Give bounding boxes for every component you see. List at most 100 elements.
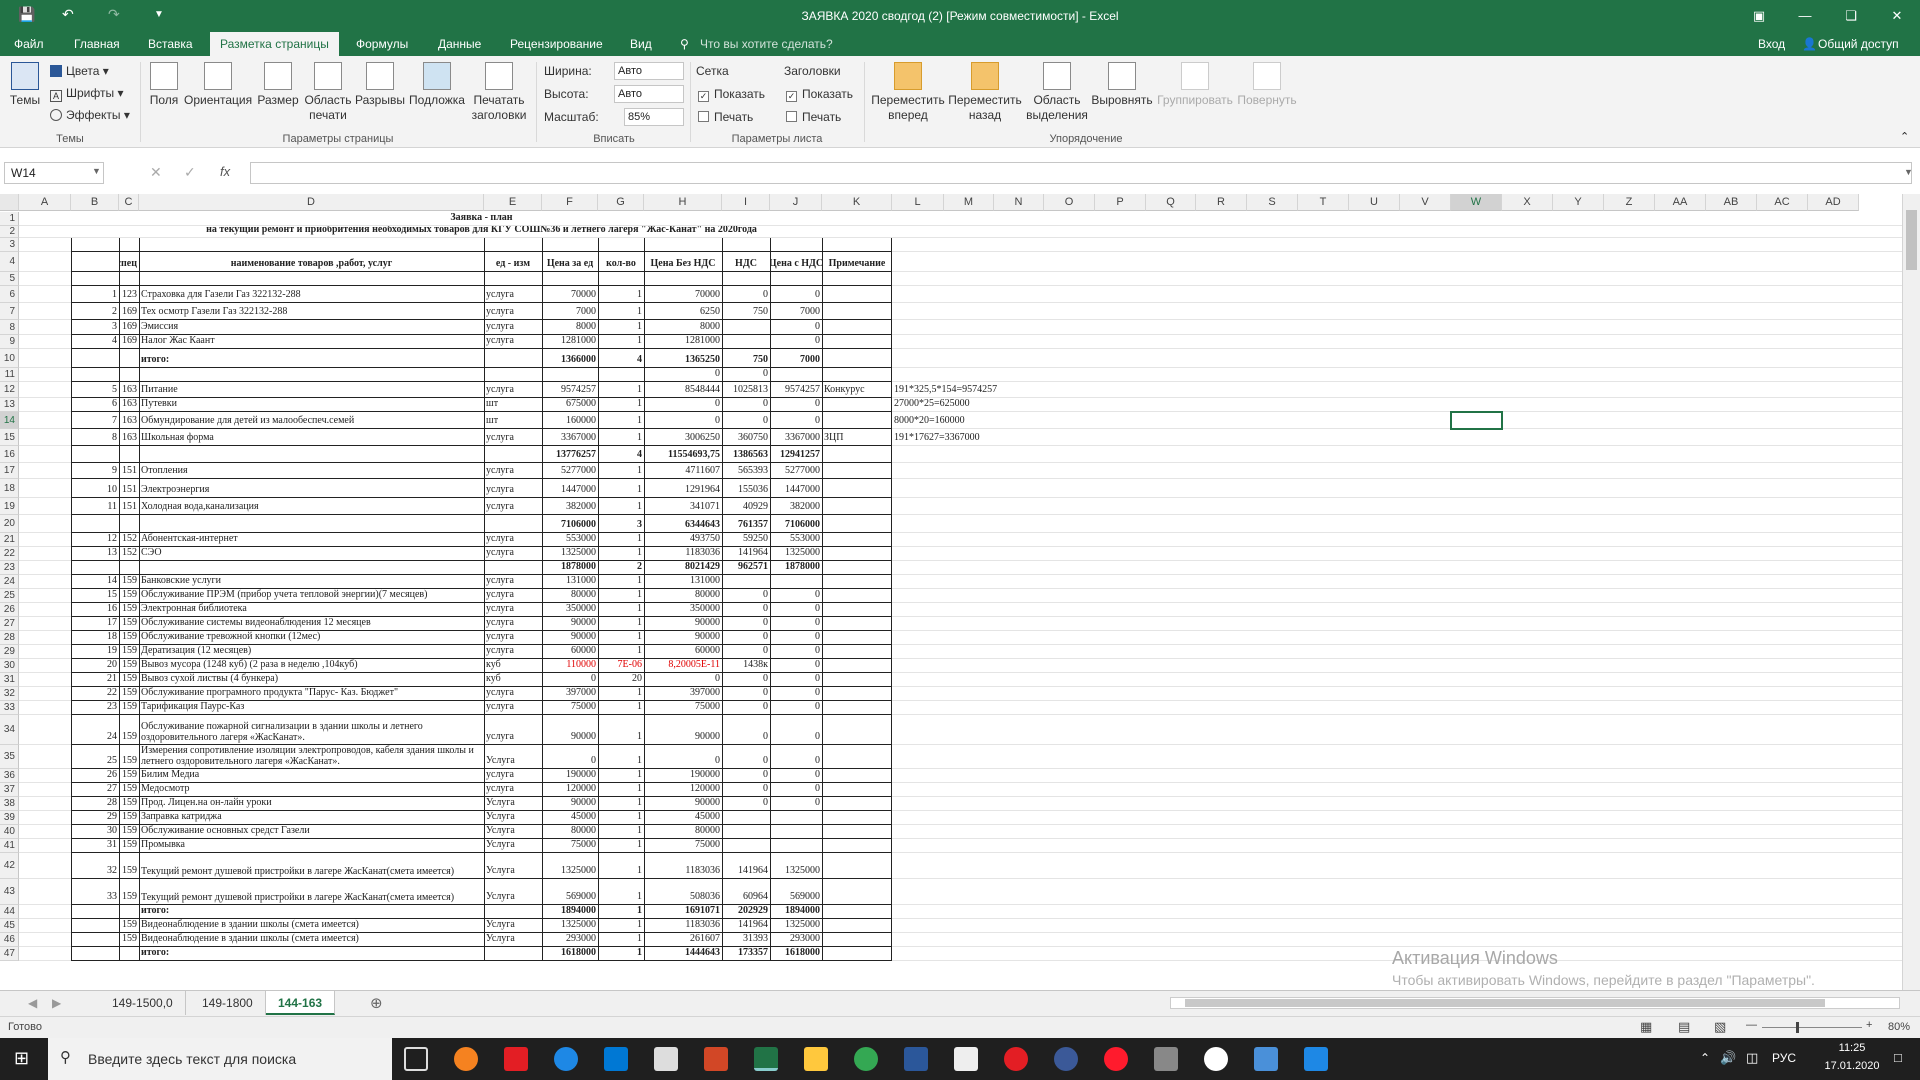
ribbon-display-icon[interactable]: ▣ <box>1736 0 1782 32</box>
cell-G17[interactable]: 1 <box>598 463 644 478</box>
horizontal-scroll-thumb[interactable] <box>1185 999 1825 1007</box>
cell-C29[interactable]: 159 <box>119 645 139 658</box>
powerpoint-icon[interactable] <box>704 1047 728 1071</box>
row-header[interactable]: 39 <box>0 811 19 825</box>
row-header[interactable]: 7 <box>0 303 19 320</box>
width-dropdown[interactable]: Авто <box>614 62 684 80</box>
cell-D36[interactable]: Билим Медиа <box>139 769 484 782</box>
cell-G31[interactable]: 20 <box>598 673 644 686</box>
height-dropdown[interactable]: Авто <box>614 85 684 103</box>
cell-I12[interactable]: 1025813 <box>722 382 770 397</box>
vertical-scrollbar[interactable] <box>1902 194 1920 990</box>
cell-E19[interactable]: услуга <box>484 498 542 514</box>
cell-F23[interactable]: 1878000 <box>542 561 598 574</box>
cell-F42[interactable]: 1325000 <box>542 853 598 878</box>
normal-view-icon[interactable]: ▦ <box>1640 1019 1652 1035</box>
row-header[interactable]: 33 <box>0 701 19 715</box>
cell-H47[interactable]: 1444643 <box>644 947 722 960</box>
cell-J6[interactable]: 0 <box>770 286 822 302</box>
enter-icon[interactable]: ✓ <box>184 164 196 181</box>
cell-D37[interactable]: Медосмотр <box>139 783 484 796</box>
cell-B24[interactable]: 14 <box>71 575 119 588</box>
cell-C7[interactable]: 169 <box>119 303 139 319</box>
cell-D4[interactable]: наименование товаров ,работ, услуг <box>139 252 484 271</box>
cell-B36[interactable]: 26 <box>71 769 119 782</box>
cell-F45[interactable]: 1325000 <box>542 919 598 932</box>
row-header[interactable]: 3 <box>0 238 19 252</box>
cell-G46[interactable]: 1 <box>598 933 644 946</box>
cell-I36[interactable]: 0 <box>722 769 770 782</box>
cell-D17[interactable]: Отопления <box>139 463 484 478</box>
cell-G22[interactable]: 1 <box>598 547 644 560</box>
cell-E39[interactable]: Услуга <box>484 811 542 824</box>
cell-J15[interactable]: 3367000 <box>770 429 822 445</box>
cell-G36[interactable]: 1 <box>598 769 644 782</box>
cell-D8[interactable]: Эмиссия <box>139 320 484 334</box>
cell-G28[interactable]: 1 <box>598 631 644 644</box>
cell-F40[interactable]: 80000 <box>542 825 598 838</box>
column-header-A[interactable]: A <box>19 194 71 211</box>
cell-C32[interactable]: 159 <box>119 687 139 700</box>
cell-D15[interactable]: Школьная форма <box>139 429 484 445</box>
minimize-button[interactable]: — <box>1782 0 1828 32</box>
cell-I13[interactable]: 0 <box>722 398 770 411</box>
row-header[interactable]: 43 <box>0 879 19 905</box>
cell-H6[interactable]: 70000 <box>644 286 722 302</box>
cell-K12[interactable]: Конкурус <box>822 382 892 397</box>
breaks-button[interactable]: Разрывы <box>354 62 406 108</box>
column-header-D[interactable]: D <box>139 194 484 211</box>
column-header-F[interactable]: F <box>542 194 598 211</box>
cell-B12[interactable]: 5 <box>71 382 119 397</box>
cell-F28[interactable]: 90000 <box>542 631 598 644</box>
app-icon[interactable] <box>1054 1047 1078 1071</box>
cell-J4[interactable]: Цена с НДС <box>770 252 822 271</box>
scroll-thumb[interactable] <box>1906 210 1917 270</box>
row-header[interactable]: 20 <box>0 515 19 533</box>
cell-J16[interactable]: 12941257 <box>770 446 822 462</box>
row-header[interactable]: 14 <box>0 412 19 429</box>
cell-J20[interactable]: 7106000 <box>770 515 822 532</box>
cell-C9[interactable]: 169 <box>119 335 139 348</box>
row-header[interactable]: 9 <box>0 335 19 349</box>
column-header-V[interactable]: V <box>1400 194 1451 211</box>
cell-K4[interactable]: Примечание <box>822 252 892 271</box>
column-header-K[interactable]: K <box>822 194 892 211</box>
cell-J18[interactable]: 1447000 <box>770 479 822 497</box>
horizontal-scrollbar[interactable] <box>1170 997 1900 1009</box>
network-icon[interactable]: ◫ <box>1746 1050 1758 1066</box>
cell-G19[interactable]: 1 <box>598 498 644 514</box>
row-header[interactable]: 31 <box>0 673 19 687</box>
print-titles-button[interactable]: Печатать заголовки <box>466 62 532 123</box>
cell-F32[interactable]: 397000 <box>542 687 598 700</box>
cell-F14[interactable]: 160000 <box>542 412 598 428</box>
cell-J21[interactable]: 553000 <box>770 533 822 546</box>
cell-J14[interactable]: 0 <box>770 412 822 428</box>
cell-C28[interactable]: 159 <box>119 631 139 644</box>
column-header-Y[interactable]: Y <box>1553 194 1604 211</box>
cell-G25[interactable]: 1 <box>598 589 644 602</box>
cell-D13[interactable]: Путевки <box>139 398 484 411</box>
cell-J9[interactable]: 0 <box>770 335 822 348</box>
excel-icon[interactable] <box>754 1047 778 1071</box>
cell-H10[interactable]: 1365250 <box>644 349 722 367</box>
cell-B37[interactable]: 27 <box>71 783 119 796</box>
cell-H43[interactable]: 508036 <box>644 879 722 904</box>
cell-H16[interactable]: 11554693,75 <box>644 446 722 462</box>
cell-F27[interactable]: 90000 <box>542 617 598 630</box>
column-header-B[interactable]: B <box>71 194 119 211</box>
cell-H20[interactable]: 6344643 <box>644 515 722 532</box>
cell-E36[interactable]: услуга <box>484 769 542 782</box>
rotate-button[interactable]: Повернуть <box>1232 62 1302 108</box>
cell-I33[interactable]: 0 <box>722 701 770 714</box>
cell-D47[interactable]: итого: <box>139 947 484 960</box>
cell-B32[interactable]: 22 <box>71 687 119 700</box>
cell-B6[interactable]: 1 <box>71 286 119 302</box>
column-header-W[interactable]: W <box>1451 194 1502 211</box>
cell-G27[interactable]: 1 <box>598 617 644 630</box>
cell-C41[interactable]: 159 <box>119 839 139 852</box>
column-header-I[interactable]: I <box>722 194 770 211</box>
cell-B7[interactable]: 2 <box>71 303 119 319</box>
file-explorer-icon[interactable] <box>804 1047 828 1071</box>
cell-C46[interactable]: 159 <box>119 933 139 946</box>
cell-G16[interactable]: 4 <box>598 446 644 462</box>
